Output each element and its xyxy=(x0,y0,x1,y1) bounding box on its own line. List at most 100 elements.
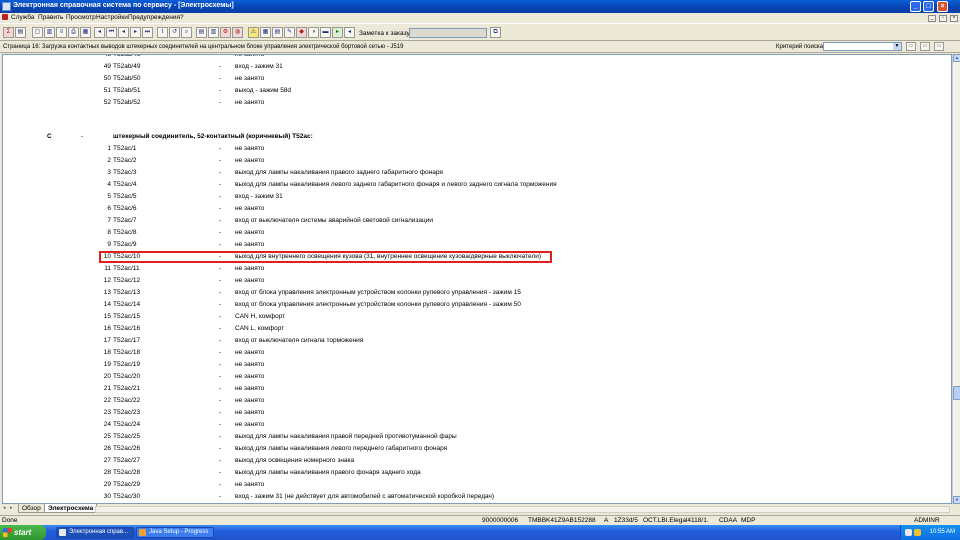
pin-number: 6 xyxy=(107,205,111,212)
pin-description: не занято xyxy=(235,361,265,368)
start-button[interactable]: start xyxy=(0,525,46,540)
pin-number: 18 xyxy=(103,349,111,356)
table-row: 49 T52ab/49 - вход - зажим 31 xyxy=(3,63,951,73)
tab-prev-icon[interactable]: ◂ xyxy=(3,505,6,511)
rewind-icon[interactable]: ◂ xyxy=(344,27,355,38)
pin-description: не занято xyxy=(235,54,265,58)
book-icon[interactable]: ▤ xyxy=(196,27,207,38)
forward-icon[interactable]: ▸ xyxy=(130,27,141,38)
mdi-minimize-button[interactable]: _ xyxy=(928,15,937,22)
menu-help[interactable]: ? xyxy=(180,14,184,21)
pin-designation: T52ac/11 xyxy=(113,265,140,272)
contrast-icon[interactable]: ◑ xyxy=(308,27,319,38)
document-view[interactable]: C - штекерный соединитель, 52-контактный… xyxy=(2,54,952,504)
taskbar-item-service-system[interactable]: Электронная справ... xyxy=(56,527,134,538)
pin-number: 12 xyxy=(103,277,111,284)
pin-description: не занято xyxy=(235,373,265,380)
pin-number: 3 xyxy=(107,169,111,176)
pin-designation: T52ac/2 xyxy=(113,157,137,164)
tab-next-icon[interactable]: ▸ xyxy=(10,505,13,511)
pin-description: выход - зажим 58d xyxy=(235,87,292,94)
table-row: 28 T52ac/28 - выход для лампы накаливания п… xyxy=(3,469,951,479)
table-row: 1 T52ac/1 - не занято xyxy=(3,145,951,155)
new-doc-icon[interactable]: ▢ xyxy=(32,27,43,38)
search-option-1-icon[interactable]: ▭ xyxy=(906,42,916,51)
settings-icon[interactable]: ⚙ xyxy=(220,27,231,38)
back-icon[interactable]: ◂ xyxy=(118,27,129,38)
table-row: 15 T52ac/15 - CAN H, комфорт xyxy=(3,313,951,323)
pin-number: 50 xyxy=(103,75,111,82)
diamond-icon[interactable]: ◆ xyxy=(296,27,307,38)
menu-view[interactable]: Просмотр xyxy=(66,14,96,21)
warning-icon[interactable]: ⚠ xyxy=(248,27,259,38)
tab-overview[interactable]: Обзор xyxy=(18,504,45,513)
notes-icon[interactable]: ▥ xyxy=(208,27,219,38)
document-menu-icon[interactable] xyxy=(2,14,8,20)
tab-wiring-diagram[interactable]: Электросхема xyxy=(44,504,98,513)
menu-settings[interactable]: Настройки xyxy=(96,14,128,21)
vertical-scrollbar[interactable]: ▲ ▼ xyxy=(952,54,960,504)
pin-designation: T52ab/50 xyxy=(113,75,141,82)
edit-icon[interactable]: ✎ xyxy=(284,27,295,38)
search-option-2-icon[interactable]: ▭ xyxy=(920,42,930,51)
menu-service[interactable]: Служба xyxy=(11,14,34,21)
taskbar-item-java-setup[interactable]: Java Setup - Progress xyxy=(136,527,214,538)
bar-icon[interactable]: ▬ xyxy=(320,27,331,38)
first-page-icon[interactable]: ⏮ xyxy=(106,27,117,38)
table-icon[interactable]: ▦ xyxy=(80,27,91,38)
search-icon[interactable]: ⌕ xyxy=(181,27,192,38)
pin-designation: T52ac/19 xyxy=(113,361,141,368)
row-dash: - xyxy=(219,325,222,332)
tray-alert-icon[interactable] xyxy=(914,529,921,536)
table-row: 6 T52ac/6 - не занято xyxy=(3,205,951,215)
pin-designation: T52ac/15 xyxy=(113,313,141,320)
prev-icon[interactable]: ◂ xyxy=(94,27,105,38)
menu-warnings[interactable]: Предупреждения xyxy=(128,14,180,21)
title-bar: Электронная справочная система по сервис… xyxy=(0,0,960,13)
scroll-up-icon[interactable]: ▲ xyxy=(953,54,960,62)
clock: 10:55 AM xyxy=(929,529,955,535)
refresh-icon[interactable]: ↺ xyxy=(169,27,180,38)
scroll-thumb[interactable] xyxy=(953,386,960,400)
pin-number: 8 xyxy=(107,229,111,236)
pin-number: 30 xyxy=(103,493,111,500)
copy-icon[interactable]: ⧉ xyxy=(490,27,501,38)
close-button[interactable]: × xyxy=(937,1,948,12)
chevron-down-icon[interactable]: ▼ xyxy=(893,43,901,50)
print-icon[interactable]: ⎙ xyxy=(68,27,79,38)
row-dash: - xyxy=(219,181,222,188)
pin-description: выход для лампы накаливания левого задне… xyxy=(235,181,557,188)
document-icon[interactable]: ▥ xyxy=(44,27,55,38)
report-icon[interactable]: ▤ xyxy=(272,27,283,38)
table-row: 7 T52ac/7 - вход от выключателя системы ава… xyxy=(3,217,951,227)
search-option-3-icon[interactable]: ▭ xyxy=(934,42,944,51)
table-row: 23 T52ac/23 - не занято xyxy=(3,409,951,419)
table-row: 19 T52ac/19 - не занято xyxy=(3,361,951,371)
play-icon[interactable]: ▸ xyxy=(332,27,343,38)
pin-description: выход для лампы накаливания левого перед… xyxy=(235,445,448,452)
sum-icon[interactable]: Σ xyxy=(3,27,14,38)
menu-edit[interactable]: Править xyxy=(38,14,63,21)
table-row: 5 T52ac/5 - вход - зажим 31 xyxy=(3,193,951,203)
last-page-icon[interactable]: ⏭ xyxy=(142,27,153,38)
maximize-button[interactable]: □ xyxy=(923,1,934,12)
order-note-field[interactable] xyxy=(409,28,487,38)
pin-designation: T52ac/8 xyxy=(113,229,137,236)
horizontal-scrollbar[interactable] xyxy=(95,506,950,513)
pin-designation: T52ab/49 xyxy=(113,63,141,70)
java-icon xyxy=(139,529,146,536)
table-row: 51 T52ab/51 - выход - зажим 58d xyxy=(3,87,951,97)
list-icon[interactable]: ▤ xyxy=(15,27,26,38)
lines-icon[interactable]: ≡ xyxy=(56,27,67,38)
minimize-button[interactable]: _ xyxy=(910,1,921,12)
pin-number: 52 xyxy=(103,99,111,106)
text-icon[interactable]: t xyxy=(157,27,168,38)
tray-network-icon[interactable] xyxy=(905,529,912,536)
search-input[interactable] xyxy=(823,42,902,51)
mdi-close-button[interactable]: × xyxy=(950,15,958,22)
scroll-down-icon[interactable]: ▼ xyxy=(953,496,960,504)
pin-number: 28 xyxy=(103,469,111,476)
grid-icon[interactable]: ▦ xyxy=(260,27,271,38)
target-icon[interactable]: ◍ xyxy=(232,27,243,38)
mdi-restore-button[interactable]: ▫ xyxy=(939,15,948,22)
